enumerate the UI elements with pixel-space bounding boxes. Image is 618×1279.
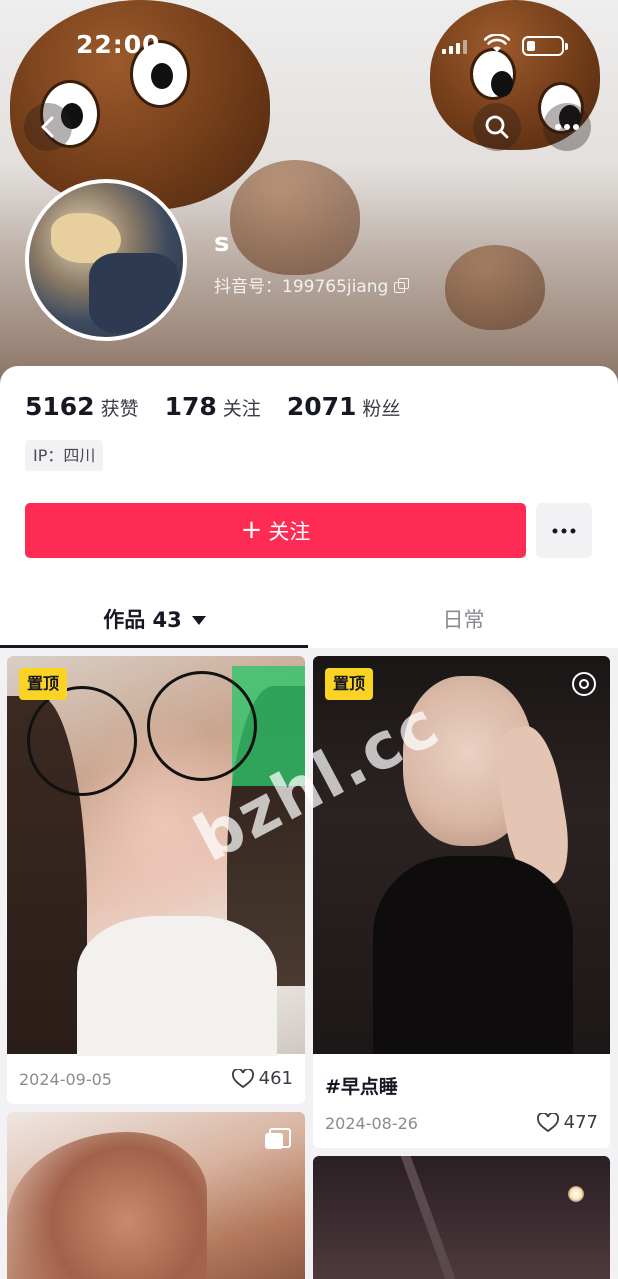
search-button[interactable]	[473, 103, 521, 151]
post-card[interactable]	[313, 1156, 610, 1279]
status-time: 22:00	[76, 30, 161, 59]
post-likes-count: 477	[563, 1112, 598, 1133]
live-photo-icon	[572, 672, 596, 696]
post-date: 2024-08-26	[325, 1114, 418, 1133]
post-thumbnail	[7, 656, 305, 1056]
multi-image-icon	[265, 1128, 291, 1150]
post-caption: #早点睡	[325, 1076, 398, 1098]
post-date: 2024-09-05	[19, 1070, 112, 1089]
more-dots-icon	[555, 124, 579, 130]
username: s	[214, 228, 230, 258]
status-bar: 22:00	[0, 0, 618, 90]
plus-icon: +	[240, 514, 263, 545]
heart-icon	[231, 1068, 254, 1088]
post-thumbnail	[7, 1112, 305, 1279]
stat-following[interactable]: 178 关注	[165, 392, 261, 421]
avatar[interactable]	[25, 179, 187, 341]
heart-icon	[536, 1112, 559, 1132]
profile-banner: 22:00 s 抖音号：199765jiang	[0, 0, 618, 400]
ip-location-tag: IP：四川	[25, 440, 104, 471]
pinned-badge: 置顶	[325, 668, 374, 700]
profile-stats: 5162 获赞 178 关注 2071 粉丝	[25, 392, 400, 421]
tab-daily-label: 日常	[442, 608, 485, 632]
more-actions-button[interactable]	[536, 503, 592, 558]
douyin-id[interactable]: 抖音号：199765jiang	[214, 272, 410, 297]
post-likes[interactable]: 477	[536, 1112, 598, 1133]
content-tabs: 作品 43 日常	[0, 590, 618, 648]
post-card[interactable]: 置顶 2024-09-05 461	[7, 656, 305, 1104]
pinned-badge: 置顶	[19, 668, 68, 700]
more-options-button[interactable]	[543, 103, 591, 151]
douyin-id-text: 抖音号：199765jiang	[214, 277, 389, 297]
stat-likes[interactable]: 5162 获赞	[25, 392, 139, 421]
back-button[interactable]	[24, 103, 72, 151]
more-dots-icon	[552, 528, 576, 533]
follow-button-label: 关注	[268, 519, 311, 544]
post-card[interactable]	[7, 1112, 305, 1279]
copy-icon[interactable]	[394, 277, 410, 293]
post-likes-count: 461	[258, 1068, 293, 1089]
post-thumbnail	[313, 656, 610, 1054]
stat-value: 178	[164, 392, 217, 421]
post-likes[interactable]: 461	[231, 1068, 293, 1089]
tab-works-count: 43	[152, 608, 182, 632]
stat-label: 关注	[222, 398, 261, 420]
caret-down-icon[interactable]	[191, 615, 206, 625]
stat-value: 5162	[25, 392, 95, 421]
stat-followers[interactable]: 2071 粉丝	[287, 392, 401, 421]
stat-value: 2071	[286, 392, 357, 421]
follow-button[interactable]: + 关注	[25, 503, 526, 558]
tab-works-label: 作品	[103, 608, 146, 632]
search-icon	[485, 115, 509, 139]
tab-daily[interactable]: 日常	[309, 590, 618, 648]
tab-works[interactable]: 作品 43	[0, 590, 309, 648]
stat-label: 获赞	[100, 398, 139, 420]
chevron-left-icon	[41, 116, 54, 138]
stat-label: 粉丝	[362, 398, 401, 420]
post-thumbnail	[313, 1156, 610, 1279]
wifi-icon	[483, 33, 511, 54]
cellular-signal-icon	[442, 38, 468, 54]
battery-icon	[522, 36, 568, 56]
